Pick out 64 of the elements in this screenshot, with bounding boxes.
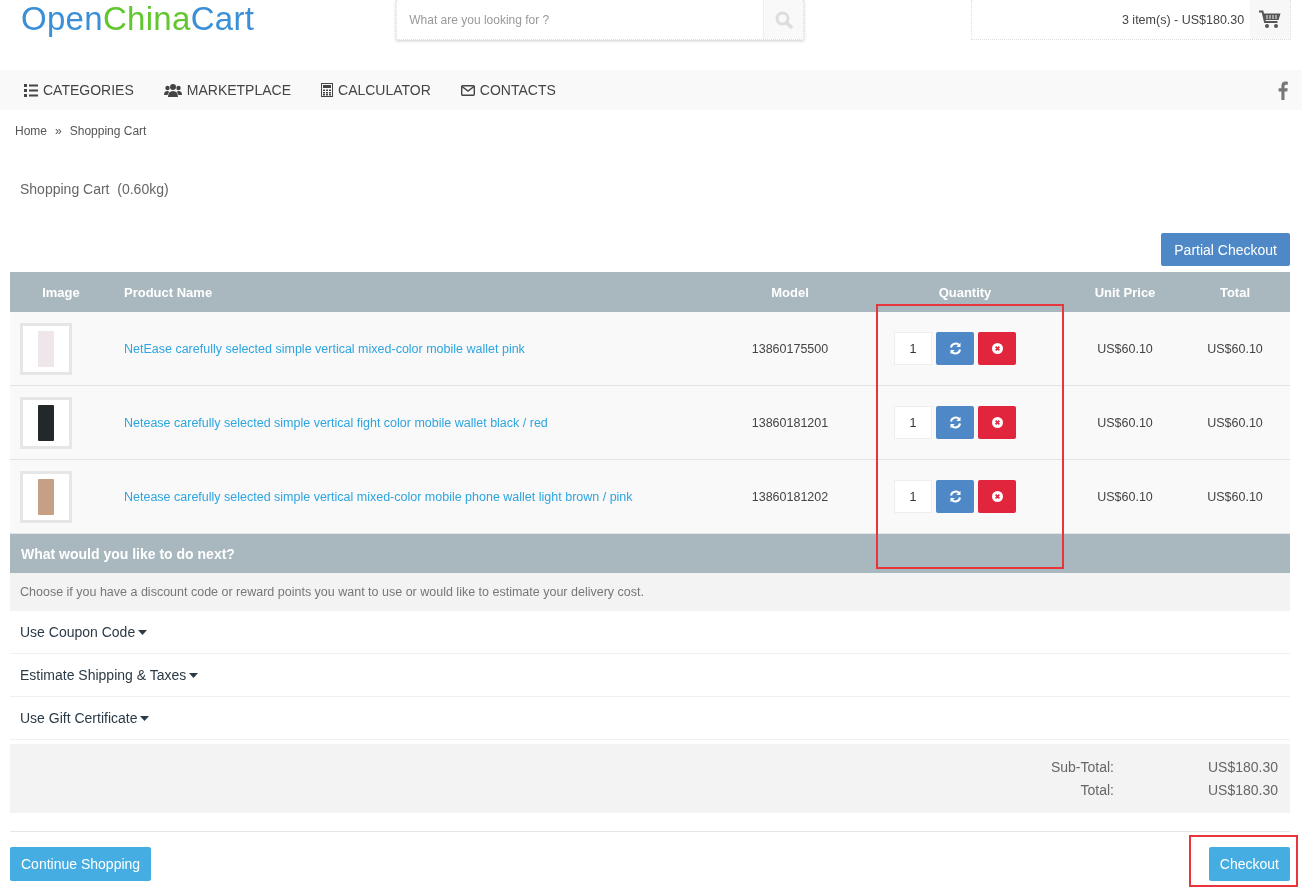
envelope-icon: [460, 84, 475, 96]
column-header: Unit Price: [1070, 272, 1180, 312]
users-icon: [163, 83, 182, 97]
wallet-drawing: [38, 478, 54, 515]
total-label: Sub-Total:: [1049, 759, 1114, 775]
product-thumbnail[interactable]: [20, 322, 72, 375]
product-thumbnail[interactable]: [20, 396, 72, 449]
update-button[interactable]: [936, 332, 974, 365]
breadcrumb-link[interactable]: Home: [15, 124, 47, 136]
nav-link[interactable]: CONTACTS: [460, 82, 556, 98]
remove-button[interactable]: [978, 480, 1016, 513]
refresh-icon: [948, 490, 962, 503]
wallet-drawing: [38, 330, 54, 367]
table-cell: 13860181202: [720, 459, 860, 534]
column-header: Image: [10, 272, 112, 312]
column-header: Total: [1180, 272, 1290, 312]
total-label: Total:: [1079, 782, 1114, 798]
list-icon: [24, 83, 38, 97]
table-cell: US$60.10: [1070, 459, 1180, 534]
update-button[interactable]: [936, 406, 974, 439]
quantity-field[interactable]: 1: [894, 480, 932, 513]
total-value: US$180.30: [1206, 782, 1279, 798]
section-heading: What would you like to do next?: [10, 534, 1290, 573]
caret-icon: [189, 672, 199, 678]
wallet-drawing: [38, 404, 54, 441]
column-header: Quantity: [860, 272, 1070, 312]
cart-icon: [1259, 10, 1282, 29]
page-heading: Shopping Cart (0.60kg): [19, 180, 170, 199]
table-cell: US$60.10: [1180, 459, 1290, 534]
table-cell: US$60.10: [1180, 312, 1290, 386]
breadcrumb-separator: »: [55, 124, 62, 136]
search-icon: [774, 10, 793, 29]
column-header: Model: [720, 272, 860, 312]
remove-button[interactable]: [978, 406, 1016, 439]
quantity-field[interactable]: 1: [894, 332, 932, 365]
facebook-icon[interactable]: [1278, 80, 1288, 100]
nav-link[interactable]: CALCULATOR: [321, 82, 431, 98]
close-icon: [991, 343, 1003, 354]
quantity-field[interactable]: 1: [894, 406, 932, 439]
cart-summary[interactable]: 3 item(s) - US$180.30: [1121, 12, 1245, 27]
partial-checkout-button[interactable]: Partial Checkout: [1161, 233, 1290, 266]
cart-button[interactable]: [1250, 0, 1291, 39]
refresh-icon: [948, 342, 962, 355]
table-cell: 13860175500: [720, 312, 860, 386]
table-cell: US$60.10: [1070, 385, 1180, 460]
table-cell: US$60.10: [1180, 385, 1290, 460]
breadcrumb-link[interactable]: Shopping Cart: [69, 124, 147, 136]
refresh-icon: [948, 416, 962, 429]
caret-icon: [138, 629, 148, 635]
calculator-icon: [321, 83, 333, 97]
search-field[interactable]: What are you looking for ?: [396, 0, 805, 40]
nav-link[interactable]: CATEGORIES: [24, 82, 134, 98]
table-cell: US$60.10: [1070, 312, 1180, 386]
close-icon: [991, 417, 1003, 428]
section-description: Choose if you have a discount code or reward points you want to use or would like to estimate your delivery cost.: [10, 573, 1290, 611]
nav-link[interactable]: MARKETPLACE: [163, 82, 291, 98]
column-header: Product Name: [112, 272, 720, 312]
total-value: US$180.30: [1206, 759, 1279, 775]
caret-icon: [140, 715, 150, 721]
close-icon: [991, 491, 1003, 502]
update-button[interactable]: [936, 480, 974, 513]
table-cell: 13860181201: [720, 385, 860, 460]
product-thumbnail[interactable]: [20, 470, 72, 523]
remove-button[interactable]: [978, 332, 1016, 365]
